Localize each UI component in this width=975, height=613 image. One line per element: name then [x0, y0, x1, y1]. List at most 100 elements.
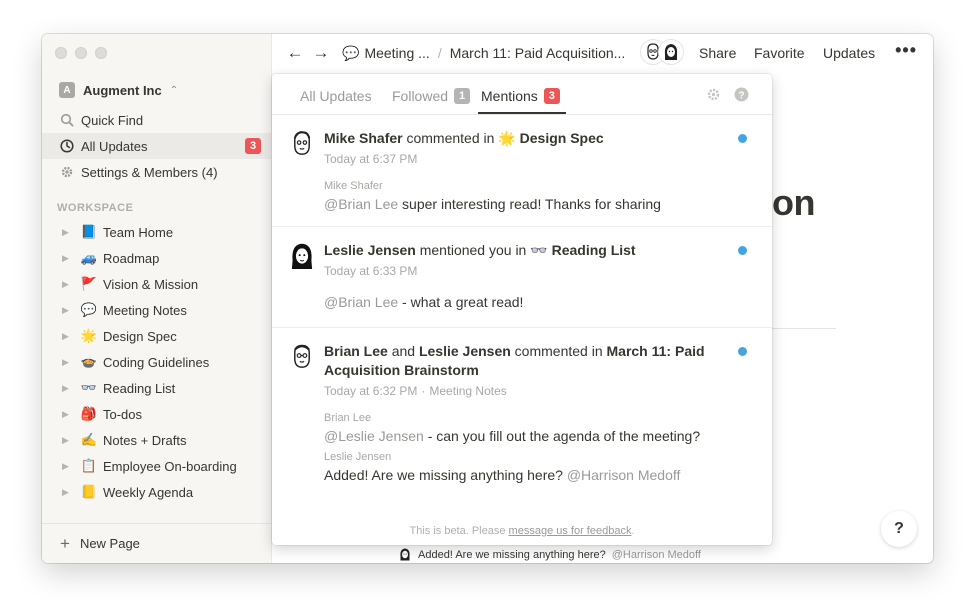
- notification-item[interactable]: Mike Shafer commented in 🌟 Design Spec T…: [272, 115, 772, 227]
- notification-item[interactable]: Brian Lee and Leslie Jensen commented in…: [272, 328, 772, 498]
- sidebar-page-design-spec[interactable]: ▶ 🌟 Design Spec: [42, 323, 271, 349]
- sidebar-page-vision-mission[interactable]: ▶ 🚩 Vision & Mission: [42, 271, 271, 297]
- comment-message: @Brian Lee - what a great read!: [324, 294, 523, 310]
- notification-item[interactable]: Leslie Jensen mentioned you in 👓 Reading…: [272, 227, 772, 328]
- unread-dot[interactable]: [738, 246, 747, 255]
- page-emoji-icon: 🎒: [80, 406, 98, 421]
- new-page-button[interactable]: + New Page: [42, 523, 271, 563]
- page-label: Roadmap: [103, 250, 160, 266]
- breadcrumb-current-page[interactable]: March 11: Paid Acquisition...: [450, 45, 626, 61]
- mention[interactable]: @Harrison Medoff: [567, 467, 681, 483]
- tab-label: Followed: [392, 88, 449, 104]
- more-options-icon[interactable]: •••: [895, 40, 917, 61]
- notification-location[interactable]: Meeting Notes: [429, 384, 506, 398]
- tab-label: All Updates: [300, 88, 372, 104]
- search-icon: [59, 112, 75, 128]
- expand-triangle-icon[interactable]: ▶: [62, 331, 72, 342]
- expand-triangle-icon[interactable]: ▶: [62, 383, 72, 394]
- sidebar-all-updates[interactable]: All Updates 3: [42, 133, 271, 159]
- comment-mention: @Harrison Medoff: [611, 548, 701, 561]
- active-tab-indicator: [478, 112, 566, 114]
- actor-name: Mike Shafer: [324, 130, 403, 146]
- page-title-fragment: on: [772, 182, 815, 223]
- sidebar-page-notes-drafts[interactable]: ▶ ✍️ Notes + Drafts: [42, 427, 271, 453]
- workspace-switcher[interactable]: A Augment Inc ⌃: [59, 82, 178, 98]
- tab-all-updates[interactable]: All Updates: [300, 88, 372, 104]
- mention[interactable]: @Brian Lee: [324, 196, 398, 212]
- share-button[interactable]: Share: [699, 45, 736, 61]
- feedback-link[interactable]: message us for feedback: [509, 525, 632, 537]
- expand-triangle-icon[interactable]: ▶: [62, 461, 72, 472]
- workspace-section-label: WORKSPACE: [57, 202, 134, 214]
- sidebar-quick-find[interactable]: Quick Find: [42, 107, 271, 133]
- workspace-avatar: A: [59, 82, 75, 98]
- sidebar-page-to-dos[interactable]: ▶ 🎒 To-dos: [42, 401, 271, 427]
- notification-time: Today at 6:32 PM: [324, 384, 418, 398]
- notification-verb: commented in: [514, 343, 603, 359]
- comment-preview[interactable]: Added! Are we missing anything here? @Ha…: [398, 547, 701, 562]
- footer-text: This is beta. Please: [409, 525, 506, 537]
- minimize-window-button[interactable]: [75, 47, 87, 59]
- sidebar-page-employee-onboarding[interactable]: ▶ 📋 Employee On-boarding: [42, 453, 271, 479]
- expand-triangle-icon[interactable]: ▶: [62, 227, 72, 238]
- expand-triangle-icon[interactable]: ▶: [62, 357, 72, 368]
- expand-triangle-icon[interactable]: ▶: [62, 487, 72, 498]
- plus-icon: +: [60, 533, 70, 553]
- popover-tabs: All Updates Followed 1 Mentions 3 ?: [272, 74, 772, 115]
- comment-author: Brian Lee: [324, 412, 372, 424]
- tab-followed[interactable]: Followed 1: [392, 88, 471, 104]
- collaborator-avatars[interactable]: [640, 39, 684, 65]
- sidebar-page-team-home[interactable]: ▶ 📘 Team Home: [42, 219, 271, 245]
- notification-time: Today at 6:37 PM: [324, 152, 418, 166]
- help-circle-icon[interactable]: ?: [734, 87, 749, 106]
- zoom-window-button[interactable]: [95, 47, 107, 59]
- expand-triangle-icon[interactable]: ▶: [62, 279, 72, 290]
- tab-mentions[interactable]: Mentions 3: [481, 88, 560, 104]
- sidebar: A Augment Inc ⌃ Quick Find All Updates 3…: [42, 34, 272, 563]
- expand-triangle-icon[interactable]: ▶: [62, 253, 72, 264]
- breadcrumb-meeting-notes[interactable]: 💬 Meeting ...: [342, 45, 430, 62]
- notification-verb: commented in: [406, 130, 495, 146]
- actor-name: Leslie Jensen: [418, 343, 511, 359]
- unread-dot[interactable]: [738, 347, 747, 356]
- forward-arrow-icon[interactable]: →: [312, 43, 330, 63]
- expand-triangle-icon[interactable]: ▶: [62, 435, 72, 446]
- notification-title: Brian Lee and Leslie Jensen commented in…: [324, 342, 734, 380]
- updown-chevron-icon: ⌃: [169, 84, 179, 96]
- updates-button[interactable]: Updates: [823, 45, 875, 61]
- sidebar-page-reading-list[interactable]: ▶ 👓 Reading List: [42, 375, 271, 401]
- avatar: [400, 548, 410, 561]
- mention[interactable]: @Leslie Jensen: [324, 428, 424, 444]
- help-button[interactable]: ?: [881, 511, 917, 547]
- avatar: [289, 342, 317, 372]
- sidebar-page-coding-guidelines[interactable]: ▶ 🍲 Coding Guidelines: [42, 349, 271, 375]
- speech-bubble-icon: 💬: [342, 44, 360, 61]
- page-emoji-icon: 🚩: [80, 276, 98, 291]
- sidebar-item-label: All Updates: [81, 138, 148, 154]
- sidebar-page-meeting-notes[interactable]: ▶ 💬 Meeting Notes: [42, 297, 271, 323]
- notification-title: Leslie Jensen mentioned you in 👓 Reading…: [324, 241, 734, 260]
- avatar: [289, 241, 317, 271]
- mention[interactable]: @Brian Lee: [324, 294, 398, 310]
- back-arrow-icon[interactable]: ←: [286, 43, 304, 63]
- expand-triangle-icon[interactable]: ▶: [62, 409, 72, 420]
- page-label: Design Spec: [103, 328, 177, 344]
- settings-gear-icon[interactable]: [706, 87, 721, 106]
- target-page-link[interactable]: Reading List: [552, 242, 636, 258]
- target-page-link[interactable]: Design Spec: [520, 130, 604, 146]
- workspace-name: Augment Inc: [83, 82, 162, 98]
- unread-dot[interactable]: [738, 134, 747, 143]
- svg-text:?: ?: [738, 90, 744, 101]
- close-window-button[interactable]: [55, 47, 67, 59]
- notification-title: Mike Shafer commented in 🌟 Design Spec: [324, 129, 734, 148]
- sidebar-page-roadmap[interactable]: ▶ 🚙 Roadmap: [42, 245, 271, 271]
- sidebar-settings-members[interactable]: Settings & Members (4): [42, 159, 271, 185]
- notification-meta: Today at 6:32 PM · Meeting Notes: [324, 384, 507, 398]
- favorite-button[interactable]: Favorite: [754, 45, 805, 61]
- star-emoji-icon: 🌟: [498, 130, 516, 146]
- comment-text: - what a great read!: [402, 294, 524, 310]
- sidebar-item-label: Settings & Members (4): [81, 164, 218, 180]
- sidebar-page-weekly-agenda[interactable]: ▶ 📒 Weekly Agenda: [42, 479, 271, 505]
- expand-triangle-icon[interactable]: ▶: [62, 305, 72, 316]
- comment-text: - can you fill out the agenda of the mee…: [427, 428, 701, 444]
